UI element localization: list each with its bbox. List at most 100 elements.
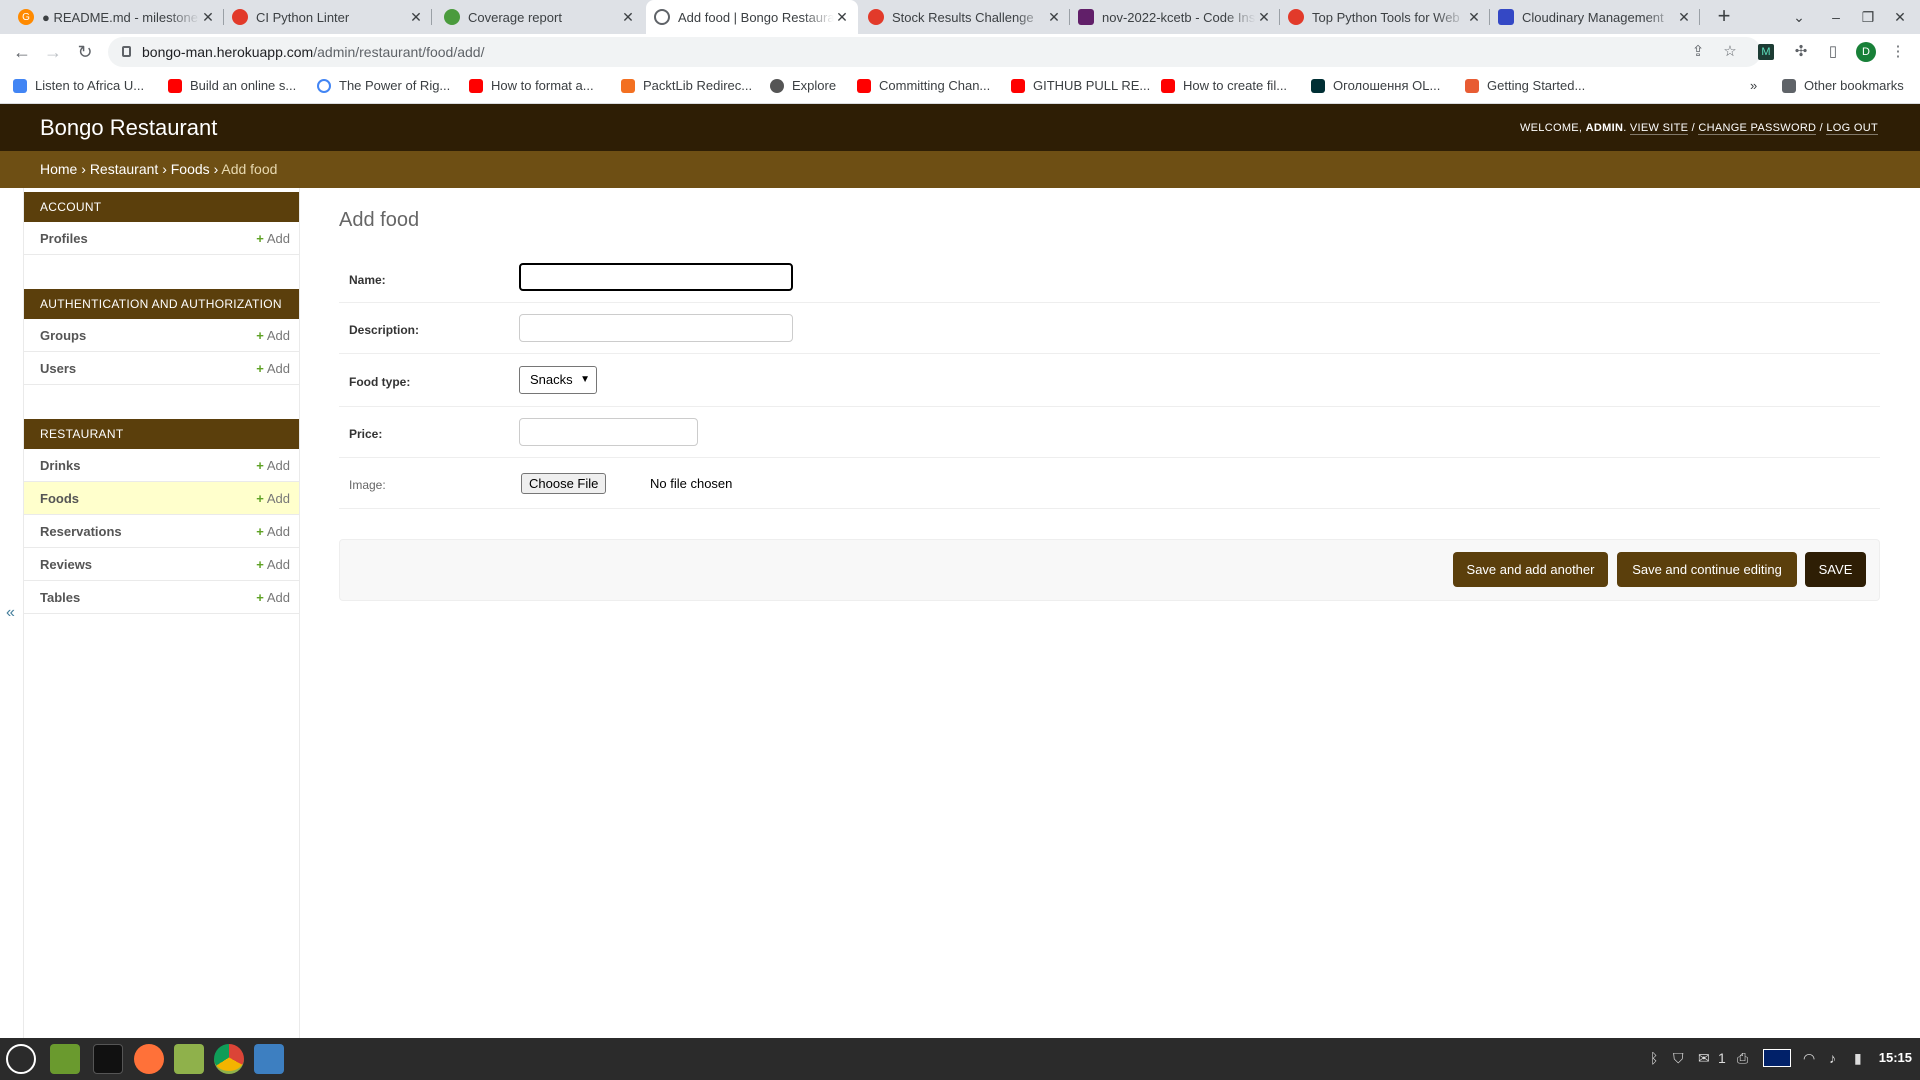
- module-header[interactable]: AUTHENTICATION AND AUTHORIZATION: [24, 289, 299, 319]
- more-bookmarks-icon[interactable]: »: [1750, 78, 1757, 93]
- add-link[interactable]: + Add: [256, 590, 290, 605]
- shield-icon[interactable]: ⛉: [1673, 1050, 1684, 1067]
- site-branding[interactable]: Bongo Restaurant: [40, 115, 217, 141]
- printer-icon[interactable]: ⎙: [1737, 1050, 1748, 1067]
- bookmark[interactable]: Explore: [770, 78, 836, 93]
- notification-icon[interactable]: ✉: [1698, 1050, 1710, 1067]
- add-link[interactable]: + Add: [256, 524, 290, 539]
- view-site-link[interactable]: VIEW SITE: [1629, 122, 1689, 135]
- side-panel-icon[interactable]: ▯: [1822, 41, 1844, 63]
- breadcrumb-restaurant[interactable]: Restaurant: [90, 161, 158, 177]
- bookmark[interactable]: How to format a...: [469, 78, 594, 93]
- browser-tab[interactable]: Cloudinary Management ✕: [1490, 0, 1700, 34]
- mint-menu-icon[interactable]: [6, 1044, 36, 1074]
- new-tab-button[interactable]: +: [1711, 4, 1737, 30]
- show-desktop-icon[interactable]: [50, 1044, 80, 1074]
- model-link[interactable]: Tables: [40, 590, 80, 605]
- browser-tab[interactable]: G ● README.md - milestone ✕: [10, 0, 224, 34]
- bookmark[interactable]: Listen to Africa U...: [13, 78, 144, 93]
- bookmark[interactable]: PacktLib Redirec...: [621, 78, 752, 93]
- close-tab-icon[interactable]: ✕: [1046, 9, 1062, 26]
- text-editor-icon[interactable]: [254, 1044, 284, 1074]
- close-tab-icon[interactable]: ✕: [834, 9, 850, 26]
- bookmark[interactable]: Committing Chan...: [857, 78, 990, 93]
- close-tab-icon[interactable]: ✕: [1466, 9, 1482, 26]
- profile-avatar[interactable]: D: [1856, 42, 1876, 62]
- bookmark[interactable]: GITHUB PULL RE...: [1011, 78, 1150, 93]
- firefox-icon[interactable]: [134, 1044, 164, 1074]
- clock[interactable]: 15:15: [1879, 1050, 1912, 1065]
- add-link[interactable]: + Add: [256, 231, 290, 246]
- model-link[interactable]: Reservations: [40, 524, 122, 539]
- close-tab-icon[interactable]: ✕: [408, 9, 424, 26]
- back-icon[interactable]: ←: [8, 38, 36, 66]
- close-tab-icon[interactable]: ✕: [200, 9, 216, 26]
- close-window-icon[interactable]: ✕: [1889, 6, 1911, 28]
- bookmark-label: PacktLib Redirec...: [643, 78, 753, 93]
- module-header[interactable]: ACCOUNT: [24, 192, 299, 222]
- forward-icon[interactable]: →: [39, 38, 67, 66]
- browser-tab[interactable]: Coverage report ✕: [436, 0, 644, 34]
- form-row-food-type: Food type: Snacks ▼: [339, 354, 1880, 407]
- minimize-icon[interactable]: –: [1825, 6, 1847, 28]
- browser-tab[interactable]: Stock Results Challenge ✕: [860, 0, 1070, 34]
- browser-tab[interactable]: nov-2022-kcetb - Code Institute ✕: [1070, 0, 1280, 34]
- files-icon[interactable]: [174, 1044, 204, 1074]
- model-link[interactable]: Drinks: [40, 458, 80, 473]
- close-tab-icon[interactable]: ✕: [1676, 9, 1692, 26]
- model-link[interactable]: Reviews: [40, 557, 92, 572]
- menu-kebab-icon[interactable]: ⋮: [1887, 41, 1909, 63]
- wifi-icon[interactable]: ◠: [1803, 1050, 1815, 1067]
- add-link[interactable]: + Add: [256, 328, 290, 343]
- other-bookmarks[interactable]: Other bookmarks: [1782, 78, 1904, 93]
- close-tab-icon[interactable]: ✕: [620, 9, 636, 26]
- description-input[interactable]: [519, 314, 793, 342]
- name-input[interactable]: [519, 263, 793, 291]
- model-link[interactable]: Foods: [40, 491, 79, 506]
- browser-tab[interactable]: CI Python Linter ✕: [224, 0, 432, 34]
- model-link[interactable]: Users: [40, 361, 76, 376]
- restore-icon[interactable]: ❐: [1857, 6, 1879, 28]
- log-out-link[interactable]: LOG OUT: [1826, 122, 1878, 135]
- extensions-puzzle-icon[interactable]: ✣: [1790, 41, 1812, 63]
- volume-icon[interactable]: ♪: [1829, 1050, 1836, 1066]
- model-link[interactable]: Groups: [40, 328, 86, 343]
- bookmark[interactable]: Getting Started...: [1465, 78, 1585, 93]
- bluetooth-icon[interactable]: ᛒ: [1650, 1050, 1658, 1066]
- add-link[interactable]: + Add: [256, 458, 290, 473]
- battery-icon[interactable]: ▮: [1854, 1050, 1862, 1067]
- choose-file-button[interactable]: Choose File: [521, 473, 607, 494]
- address-bar[interactable]: bongo-man.herokuapp.com/admin/restaurant…: [108, 37, 1761, 67]
- browser-tab-active[interactable]: Add food | Bongo Restaurant ✕: [646, 0, 858, 34]
- bookmark-star-icon[interactable]: ☆: [1719, 41, 1741, 63]
- bookmark[interactable]: Build an online s...: [168, 78, 296, 93]
- breadcrumb-home[interactable]: Home: [40, 161, 77, 177]
- save-and-continue-button[interactable]: Save and continue editing: [1617, 552, 1797, 587]
- change-password-link[interactable]: CHANGE PASSWORD: [1698, 122, 1817, 135]
- add-link[interactable]: + Add: [256, 557, 290, 572]
- terminal-icon[interactable]: [93, 1044, 123, 1074]
- bookmark[interactable]: How to create fil...: [1161, 78, 1287, 93]
- tab-search-icon[interactable]: ⌄: [1788, 6, 1810, 28]
- close-tab-icon[interactable]: ✕: [1256, 9, 1272, 26]
- tab-title: Cloudinary Management: [1522, 9, 1664, 25]
- reload-icon[interactable]: ↻: [71, 38, 99, 66]
- share-icon[interactable]: ⇪: [1687, 41, 1709, 63]
- save-button[interactable]: SAVE: [1805, 552, 1866, 587]
- food-type-select[interactable]: Snacks ▼: [519, 366, 597, 394]
- module-header[interactable]: RESTAURANT: [24, 419, 299, 449]
- bookmark[interactable]: Оголошення OL...: [1311, 78, 1440, 93]
- chrome-icon[interactable]: [214, 1044, 244, 1074]
- add-link[interactable]: + Add: [256, 361, 290, 376]
- breadcrumb-foods[interactable]: Foods: [171, 161, 210, 177]
- browser-tab[interactable]: Top Python Tools for Web ✕: [1280, 0, 1490, 34]
- save-and-add-another-button[interactable]: Save and add another: [1453, 552, 1608, 587]
- toggle-sidebar-button[interactable]: «: [6, 604, 15, 622]
- model-link[interactable]: Profiles: [40, 231, 88, 246]
- sidebar-item-users: Users + Add: [24, 352, 299, 385]
- bookmark[interactable]: The Power of Rig...: [317, 78, 450, 93]
- price-input[interactable]: [519, 418, 698, 446]
- extension-icon[interactable]: M: [1758, 44, 1774, 60]
- keyboard-layout-flag-icon[interactable]: [1763, 1049, 1791, 1067]
- add-link[interactable]: + Add: [256, 491, 290, 506]
